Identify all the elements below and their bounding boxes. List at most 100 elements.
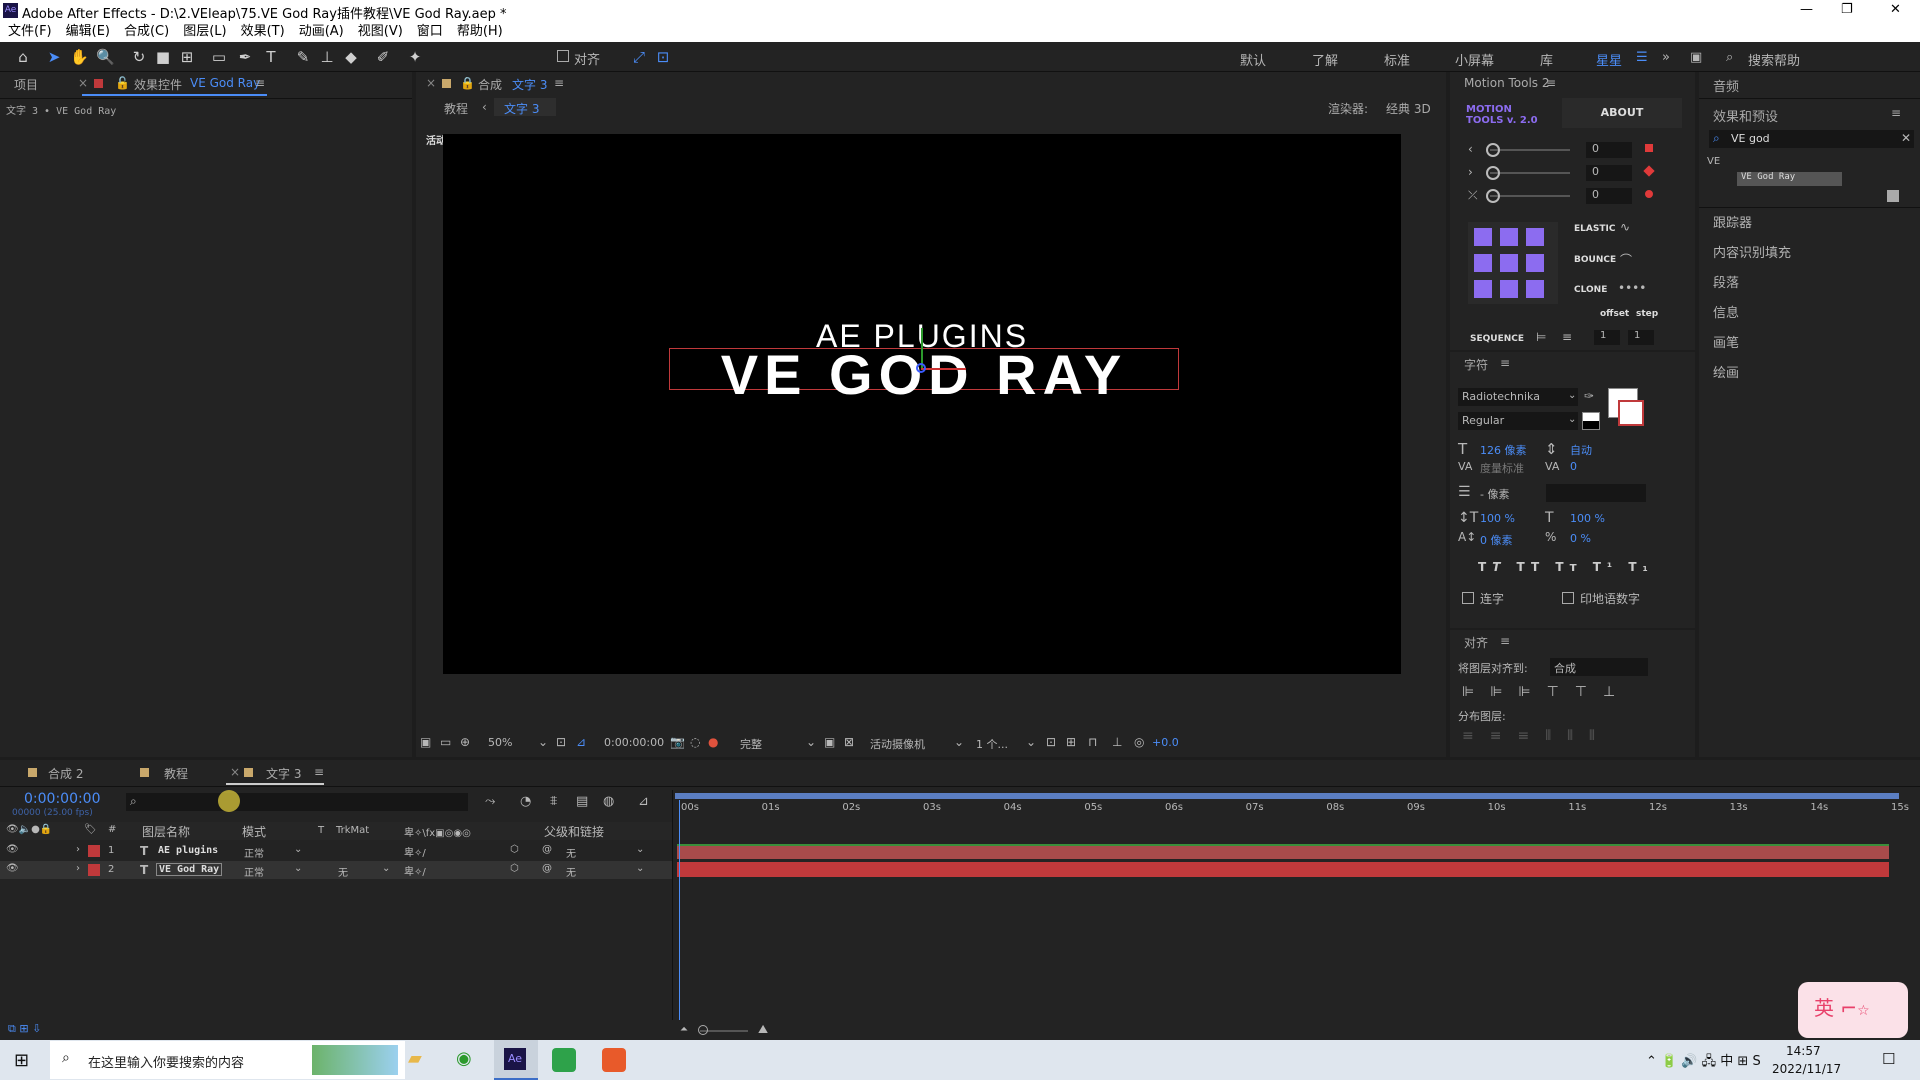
more-workspaces-icon[interactable]: » (1662, 50, 1670, 65)
parent-header[interactable]: 父级和链接 (544, 823, 604, 840)
elastic-wave-icon[interactable]: ∿ (1620, 220, 1630, 234)
camtasia-orange-icon[interactable] (602, 1048, 626, 1072)
anchor-cell[interactable] (1500, 228, 1518, 246)
timeline-tab-comp2[interactable]: 合成 2 (48, 765, 83, 782)
font-style-dropdown[interactable]: Regular (1458, 412, 1578, 430)
rotate-tool-icon[interactable]: ↻ (130, 48, 148, 66)
pickwhip-icon[interactable]: @ (542, 844, 552, 855)
clock-time[interactable]: 14:57 (1786, 1044, 1821, 1058)
menu-effect[interactable]: 效果(T) (241, 24, 285, 39)
layer-search-input[interactable]: ⌕ (126, 793, 468, 811)
pickwhip-icon[interactable]: @ (542, 863, 552, 874)
layer-mode[interactable]: 正常 (244, 864, 264, 879)
anchor-cell[interactable] (1526, 254, 1544, 272)
panel-menu-icon[interactable]: ≡ (554, 76, 564, 90)
tracker-panel-tab[interactable]: 跟踪器 (1713, 212, 1752, 231)
clear-search-icon[interactable]: ✕ (1901, 131, 1911, 145)
tab-project[interactable]: 项目 (14, 76, 38, 93)
zoom-slider-thumb[interactable] (698, 1025, 708, 1035)
layer-switches-icons[interactable]: 卑✧/ (404, 863, 426, 878)
anchor-cell[interactable] (1474, 254, 1492, 272)
transparency-grid-icon[interactable]: ⊠ (844, 735, 854, 749)
effects-presets-tab[interactable]: 效果和预设 (1713, 106, 1778, 125)
time-ruler[interactable]: 00s 01s 02s 03s 04s 05s 06s 07s 08s 09s 10s 11s 12s 1… (673, 800, 1909, 820)
keyframe-icon[interactable] (1645, 144, 1653, 152)
anchor-cell[interactable] (1474, 280, 1492, 298)
tree-item-ve-god-ray[interactable]: VE God Ray (1737, 172, 1842, 186)
layer-parent[interactable]: 无 (566, 845, 576, 860)
vertical-scale-value[interactable]: 100 % (1480, 512, 1515, 525)
ease-both-value[interactable]: 0 (1586, 188, 1632, 204)
stroke-style-dropdown[interactable] (1546, 484, 1646, 502)
close-tab-icon[interactable]: × (78, 76, 88, 90)
ease-in-slider-thumb[interactable] (1486, 143, 1500, 157)
menu-window[interactable]: 窗口 (417, 24, 443, 39)
tracking-value[interactable]: 0 (1570, 460, 1577, 473)
text-style-buttons[interactable]: TT TT Tᴛ T¹ T₁ (1478, 560, 1654, 574)
align-title[interactable]: 对齐 (1464, 634, 1488, 651)
motion-tools-title[interactable]: Motion Tools 2 (1464, 76, 1550, 90)
quality-chevron-icon[interactable]: ⌄ (806, 735, 816, 749)
horizontal-scale-value[interactable]: 100 % (1570, 512, 1605, 525)
motion-blur-icon[interactable]: ◍ (603, 794, 614, 809)
bounce-wave-icon[interactable]: ⌒ (1620, 251, 1632, 268)
close-button[interactable]: ✕ (1890, 2, 1901, 17)
hand-tool-icon[interactable]: ✋ (70, 48, 89, 66)
type-tool-icon[interactable]: T (262, 48, 280, 66)
layer-mode[interactable]: 正常 (244, 845, 264, 860)
ease-out-value[interactable]: 0 (1586, 165, 1632, 181)
camera-tool-icon[interactable]: ■ (154, 48, 172, 66)
chevron-down-icon[interactable]: ⌄ (382, 863, 390, 874)
stroke-width-value[interactable]: - 像素 (1480, 486, 1509, 502)
toggle-pixel-icon[interactable]: ⊡ (1046, 735, 1056, 749)
selection-tool-icon[interactable]: ➤ (45, 48, 63, 66)
chevron-down-icon[interactable]: ⌄ (636, 863, 644, 874)
font-size-value[interactable]: 126 像素 (1480, 442, 1527, 458)
menu-view[interactable]: 视图(V) (358, 24, 403, 39)
new-preset-icon[interactable] (1887, 190, 1899, 202)
stroke-color-swatch[interactable] (1618, 400, 1644, 426)
mode-header[interactable]: 模式 (242, 823, 266, 840)
chevron-down-icon[interactable]: ⌄ (294, 844, 302, 855)
hindi-digits-checkbox[interactable] (1562, 592, 1574, 604)
playhead-line[interactable] (679, 800, 680, 1020)
views-dropdown[interactable]: 1 个... (976, 736, 1008, 752)
layer-label-color[interactable] (88, 864, 100, 876)
resolution-dropdown[interactable]: 完整 (740, 736, 762, 752)
layer-row[interactable]: 👁 › 1 T AE plugins 正常 ⌄ 卑✧/ ⬡ @ 无 ⌄ (0, 842, 672, 860)
comp-tab-prefix[interactable]: 合成 (478, 76, 502, 93)
roto-brush-icon[interactable]: ✐ (374, 48, 392, 66)
layer-parent[interactable]: 无 (566, 864, 576, 879)
align-to-dropdown[interactable]: 合成 (1550, 658, 1648, 676)
timeline-icon[interactable]: ⊓ (1088, 735, 1097, 749)
timecode-display[interactable]: 0:00:00:00 (604, 736, 664, 749)
close-tab-icon[interactable]: × (230, 765, 240, 779)
panel-menu-icon[interactable]: ≡ (1500, 634, 1510, 648)
panel-menu-icon[interactable]: ≡ (255, 76, 265, 90)
3d-layer-icon[interactable]: ⬡ (510, 863, 519, 874)
menu-help[interactable]: 帮助(H) (457, 24, 503, 39)
anchor-cell[interactable] (1526, 280, 1544, 298)
lock-icon[interactable]: 🔓 (115, 76, 130, 90)
zoom-dropdown[interactable]: 50% (488, 736, 512, 749)
zoom-chevron-icon[interactable]: ⌄ (538, 735, 548, 749)
panel-menu-icon[interactable]: ≡ (1546, 76, 1556, 90)
text-ve-god-ray[interactable]: VE GOD RAY (669, 342, 1179, 407)
sequence-button[interactable]: SEQUENCE (1470, 334, 1524, 344)
leading-value[interactable]: 自动 (1570, 442, 1592, 458)
ease-both-icon[interactable]: ⤫ (1468, 188, 1478, 203)
zoom-in-icon[interactable]: ⛰ (758, 1022, 768, 1037)
brush-panel-tab[interactable]: 画笔 (1713, 332, 1739, 351)
tree-group-label[interactable]: VE (1707, 156, 1720, 167)
character-title[interactable]: 字符 (1464, 356, 1488, 373)
fast-preview-icon[interactable]: ▣ (824, 735, 835, 749)
visibility-eye-icon[interactable]: 👁 (6, 844, 19, 855)
timeline-tab-tutorial[interactable]: 教程 (164, 765, 188, 782)
info-panel-tab[interactable]: 信息 (1713, 302, 1739, 321)
comp-mini-flowchart-icon[interactable]: ⤳ (485, 794, 495, 809)
taskbar-search-box[interactable]: ⌕ 在这里输入你要搜索的内容 (50, 1041, 405, 1079)
distribute-buttons[interactable]: ≡≡≡⫴⫴⫴ (1462, 728, 1611, 744)
file-explorer-icon[interactable]: ▰ (408, 1048, 422, 1069)
step-value[interactable]: 1 (1628, 330, 1654, 345)
anchor-cell[interactable] (1500, 280, 1518, 298)
